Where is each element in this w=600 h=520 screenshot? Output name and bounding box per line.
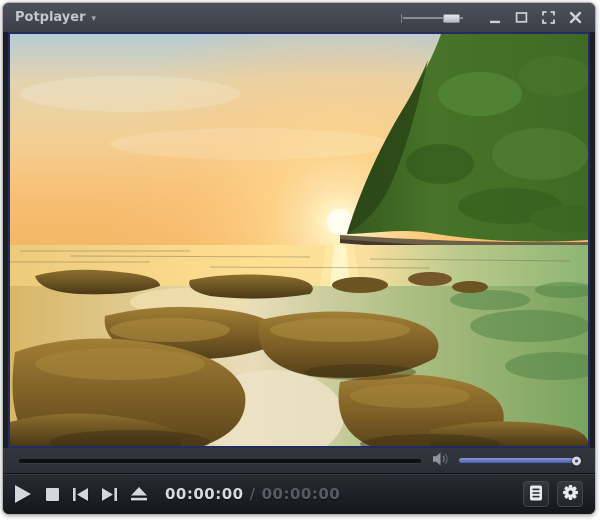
app-menu-button[interactable]: Potplayer ▾ — [15, 10, 96, 25]
previous-button[interactable] — [73, 488, 88, 501]
volume-controls — [433, 452, 577, 469]
opacity-slider-tick — [401, 14, 402, 23]
play-icon — [15, 485, 32, 503]
titlebar: Potplayer ▾ — [3, 3, 595, 32]
minimize-icon — [489, 12, 501, 24]
time-separator: / — [250, 485, 256, 503]
video-still-frame — [10, 34, 588, 446]
fullscreen-icon — [542, 11, 555, 24]
seek-bar[interactable] — [19, 459, 421, 463]
opacity-slider-handle[interactable] — [443, 14, 460, 23]
next-icon — [102, 488, 117, 501]
volume-button[interactable] — [433, 452, 451, 469]
total-time: 00:00:00 — [262, 485, 341, 503]
close-icon — [569, 11, 582, 24]
window-opacity-slider[interactable] — [401, 9, 465, 27]
stop-icon — [46, 488, 59, 501]
potplayer-window: Potplayer ▾ — [2, 2, 596, 515]
caret-down-icon: ▾ — [92, 12, 97, 24]
fullscreen-button[interactable] — [539, 8, 558, 27]
play-button[interactable] — [15, 485, 32, 503]
gear-icon — [562, 484, 579, 504]
control-bar: 00:00:00 / 00:00:00 — [3, 474, 595, 514]
playlist-button[interactable] — [523, 481, 549, 507]
volume-slider-handle[interactable] — [572, 456, 581, 465]
settings-button[interactable] — [557, 481, 583, 507]
next-button[interactable] — [102, 488, 117, 501]
maximize-button[interactable] — [512, 8, 531, 27]
speaker-icon — [433, 452, 451, 469]
current-time: 00:00:00 — [165, 485, 244, 503]
eject-icon — [131, 487, 147, 501]
playlist-icon — [529, 485, 543, 504]
app-title: Potplayer — [15, 10, 86, 25]
eject-button[interactable] — [131, 487, 147, 501]
video-area[interactable] — [8, 32, 590, 448]
previous-icon — [73, 488, 88, 501]
seek-volume-row — [3, 448, 595, 474]
maximize-icon — [515, 11, 528, 24]
time-display: 00:00:00 / 00:00:00 — [165, 485, 340, 503]
stop-button[interactable] — [46, 488, 59, 501]
close-button[interactable] — [566, 8, 585, 27]
minimize-button[interactable] — [485, 8, 504, 27]
volume-slider[interactable] — [459, 458, 577, 463]
